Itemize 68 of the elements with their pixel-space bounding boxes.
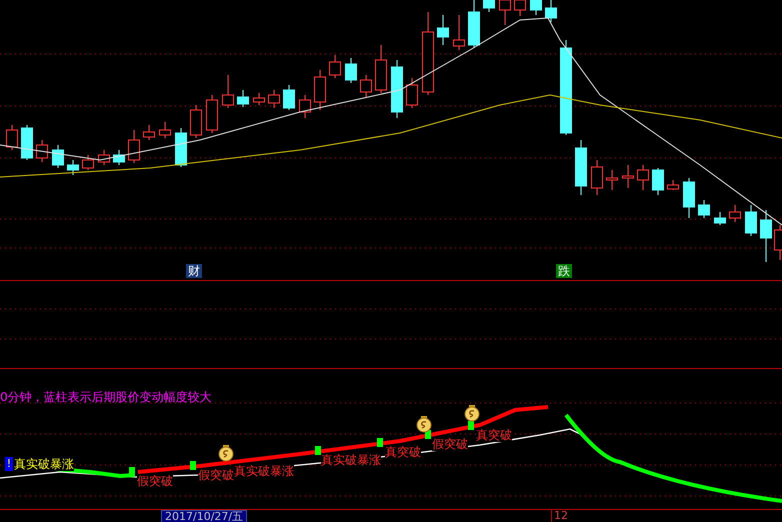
signal-label: 假突破	[137, 474, 173, 488]
candlestick	[698, 200, 710, 218]
candlestick	[299, 94, 311, 118]
money-bag-icon	[218, 445, 234, 462]
candlestick	[714, 212, 726, 226]
signal-bar	[377, 438, 383, 447]
signal-bar	[468, 421, 474, 430]
candlestick	[345, 58, 357, 84]
candlestick	[468, 0, 480, 48]
candlestick	[268, 90, 280, 108]
date-label: 2017/10/27/五	[161, 510, 248, 522]
candlestick	[483, 0, 495, 12]
money-bag-icon	[464, 405, 480, 422]
candlestick	[52, 144, 64, 168]
candlestick	[391, 60, 403, 118]
candlestick	[113, 150, 125, 166]
signal-bar	[315, 446, 321, 455]
candlestick	[143, 124, 155, 140]
candlestick	[206, 94, 218, 134]
candlestick	[745, 204, 757, 236]
candlestick	[437, 14, 449, 46]
candlestick	[159, 122, 171, 138]
candlestick	[36, 140, 48, 162]
signal-label: 假突破	[198, 468, 234, 482]
candlestick	[591, 160, 603, 196]
candlestick	[21, 124, 33, 160]
chart-marker: 财	[186, 264, 202, 278]
candlestick	[360, 74, 372, 98]
candlestick	[606, 170, 618, 190]
candlestick	[760, 210, 772, 262]
signal-label: 真突破	[476, 428, 512, 442]
candlestick	[253, 92, 265, 106]
candlestick	[6, 124, 18, 150]
candlestick	[667, 180, 679, 190]
signal-bar	[129, 467, 135, 476]
signal-label: 真实破暴涨	[14, 457, 74, 471]
candlestick	[637, 164, 649, 190]
candlestick	[545, 0, 557, 22]
candlestick	[314, 70, 326, 110]
signal-label: 真突破	[385, 445, 421, 459]
signal-bar	[190, 461, 196, 470]
candlestick	[575, 140, 587, 196]
money-bag-icon	[416, 416, 432, 432]
candlestick	[98, 150, 110, 166]
candlestick	[82, 154, 94, 170]
chart-marker: 跌	[556, 264, 572, 278]
signal-label: 真实破暴涨	[234, 464, 294, 478]
candlestick	[530, 0, 542, 16]
axis-tick-label: 12	[551, 510, 568, 522]
signal-label: 假突破	[432, 437, 468, 451]
candlestick	[67, 160, 79, 176]
signal-label: 真实破暴涨	[321, 453, 381, 467]
candlestick	[453, 14, 465, 50]
candlestick	[375, 44, 387, 94]
candlestick	[406, 78, 418, 108]
candlestick	[237, 90, 249, 108]
candlestick	[652, 168, 664, 196]
candlestick	[729, 204, 741, 222]
candlestick	[622, 164, 634, 188]
candlestick	[329, 54, 341, 78]
candlestick	[175, 128, 187, 168]
signal-badge: !	[5, 457, 13, 471]
candlestick	[283, 84, 295, 110]
candlestick	[683, 178, 695, 218]
indicator-description: 0分钟，蓝柱表示后期股价变动幅度较大	[0, 390, 212, 405]
candlestick	[190, 104, 202, 138]
candlestick	[128, 130, 140, 164]
candlestick	[222, 74, 234, 108]
